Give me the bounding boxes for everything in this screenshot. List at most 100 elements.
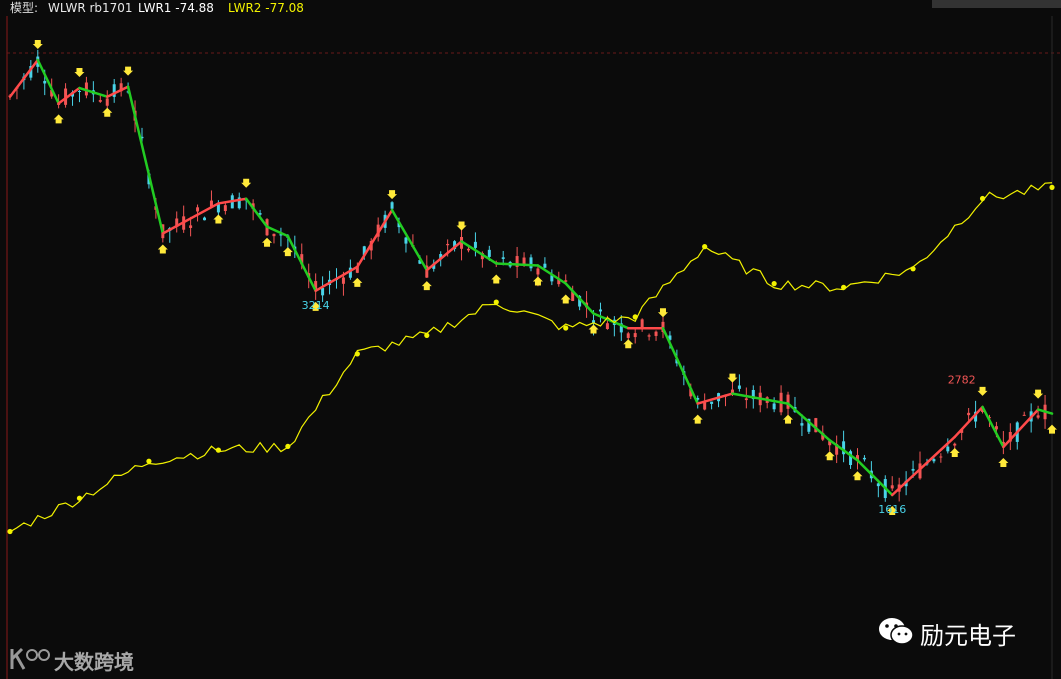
- candle: [279, 227, 283, 247]
- candle: [640, 318, 644, 332]
- low-price-label: 1616: [878, 503, 906, 516]
- window-control[interactable]: [932, 0, 1061, 8]
- indicator-point: [76, 495, 83, 501]
- candle: [529, 254, 533, 272]
- wave-segment: [425, 240, 463, 272]
- sell-arrow-icon: [657, 308, 668, 318]
- candle: [119, 77, 123, 97]
- indicator-point: [841, 284, 847, 290]
- buy-arrow-icon: [1047, 424, 1057, 434]
- candle: [112, 78, 116, 103]
- buy-arrow-icon: [783, 414, 794, 424]
- candle: [737, 374, 741, 392]
- indicator-point: [493, 299, 499, 305]
- buy-arrow-icon: [157, 244, 168, 254]
- high-price-label: 2782: [948, 374, 976, 387]
- candle: [633, 327, 637, 344]
- price-chart: 3214 1616 2782: [6, 0, 1061, 679]
- candle: [77, 90, 81, 103]
- left-brand-text: 大数跨境: [54, 650, 134, 674]
- candle: [203, 216, 207, 221]
- candle: [473, 232, 477, 257]
- buy-arrow-icon: [560, 294, 571, 304]
- indicator-line: [9, 182, 1053, 533]
- indicator-point: [215, 447, 221, 453]
- candle: [1015, 421, 1019, 450]
- indicator-point: [771, 281, 777, 287]
- candle: [598, 302, 602, 323]
- candle: [515, 246, 519, 279]
- brand-logo-icon: [10, 647, 50, 670]
- wave-segment: [661, 326, 699, 405]
- indicator-point: [424, 332, 430, 338]
- indicator-point: [1049, 184, 1055, 190]
- sell-arrow-icon: [727, 373, 738, 383]
- candle: [744, 387, 748, 409]
- wave-segment: [244, 197, 269, 229]
- indicator-point: [702, 244, 708, 250]
- wave-segment: [126, 85, 165, 235]
- sell-arrow-icon: [456, 221, 467, 231]
- indicator-point: [146, 458, 152, 464]
- indicator-point: [910, 266, 916, 272]
- wave-segment: [890, 435, 956, 497]
- buy-arrow-icon: [998, 457, 1009, 467]
- indicator-point: [354, 351, 360, 357]
- candle: [272, 233, 276, 244]
- right-brand-text: 励元电子: [920, 622, 1016, 650]
- wave-segment: [786, 402, 831, 442]
- wave-segment: [57, 86, 81, 105]
- sell-arrow-icon: [32, 40, 43, 49]
- candle: [710, 401, 714, 410]
- candle: [765, 396, 769, 409]
- candle: [835, 435, 839, 464]
- candle: [717, 392, 721, 408]
- wave-segment: [696, 392, 734, 405]
- wave-segment: [8, 58, 40, 98]
- candle: [849, 449, 853, 469]
- buy-arrow-icon: [588, 324, 599, 334]
- buy-arrow-icon: [852, 471, 863, 481]
- buy-arrow-icon: [53, 114, 64, 124]
- wave-segment: [460, 240, 498, 265]
- wechat-icon: [879, 618, 914, 645]
- buy-arrow-icon: [692, 414, 703, 424]
- wave-segment: [1002, 408, 1040, 449]
- sell-arrow-icon: [123, 66, 134, 76]
- candle: [612, 316, 616, 337]
- candle: [175, 211, 179, 233]
- buy-arrow-icon: [213, 214, 224, 224]
- candle: [647, 333, 651, 341]
- buy-arrow-icon: [421, 281, 432, 291]
- buy-arrow-icon: [491, 274, 502, 284]
- buy-arrow-icon: [949, 447, 960, 457]
- wave-segment: [981, 405, 1005, 449]
- indicator-point: [632, 314, 638, 320]
- sell-arrow-icon: [241, 178, 252, 188]
- candle: [862, 455, 866, 462]
- candle: [939, 453, 943, 463]
- buy-arrow-icon: [282, 247, 293, 257]
- wave-segment: [36, 58, 60, 105]
- buy-arrow-icon: [102, 107, 113, 117]
- wave-segment: [106, 85, 130, 98]
- wave-segment: [592, 312, 630, 330]
- indicator-point: [979, 195, 986, 202]
- indicator-point: [285, 443, 291, 449]
- candle: [223, 202, 227, 215]
- sell-arrow-icon: [387, 190, 398, 200]
- sell-arrow-icon: [74, 68, 85, 78]
- wave-segment: [356, 208, 394, 269]
- candle: [654, 330, 658, 341]
- candle: [64, 83, 68, 108]
- candle: [842, 430, 846, 463]
- buy-arrow-icon: [262, 237, 273, 247]
- candle: [918, 451, 922, 480]
- candle: [84, 76, 88, 99]
- candle: [404, 236, 408, 253]
- wave-segment: [856, 459, 894, 497]
- buy-arrow-icon: [824, 451, 835, 461]
- wave-segment: [390, 208, 429, 272]
- candle: [460, 229, 464, 261]
- sell-arrow-icon: [977, 386, 988, 396]
